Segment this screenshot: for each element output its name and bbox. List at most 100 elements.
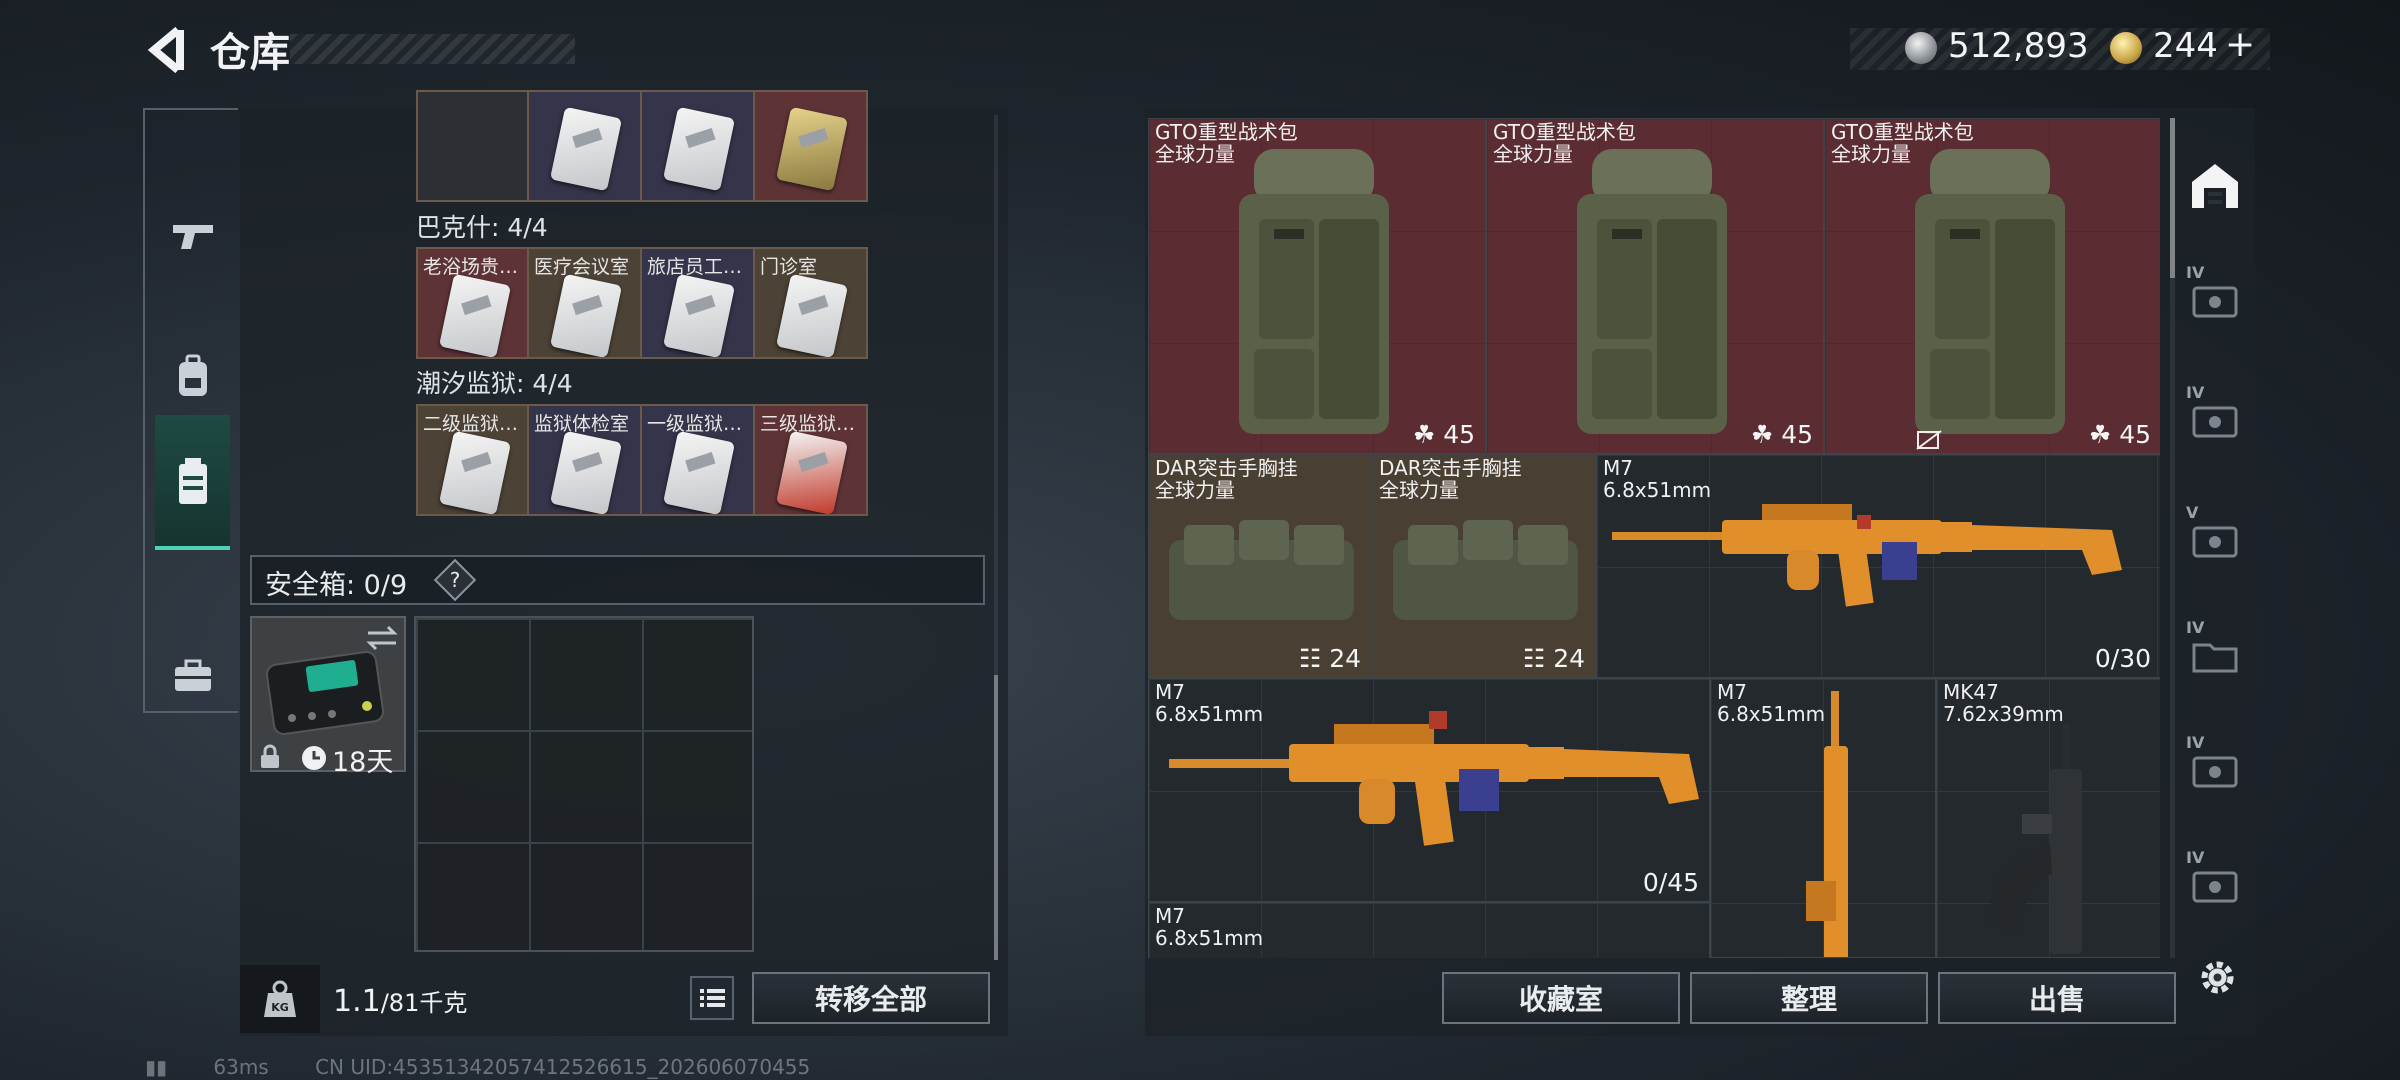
back-button[interactable] bbox=[140, 22, 200, 78]
keycard-image bbox=[775, 106, 849, 192]
transfer-all-button[interactable]: 转移全部 bbox=[752, 972, 990, 1024]
tab-tier-label: V bbox=[2186, 503, 2199, 522]
keycard-slot[interactable] bbox=[642, 90, 755, 202]
nav-items[interactable] bbox=[155, 608, 230, 743]
keycard-slot[interactable]: 一级监狱… bbox=[642, 404, 755, 516]
safebox-grid[interactable] bbox=[414, 616, 754, 952]
inventory-item-vest[interactable]: DAR突击手胸挂 全球力量 ☷ 24 bbox=[1372, 454, 1596, 678]
item-ammo: 0/45 bbox=[1642, 868, 1699, 897]
toolbox-icon bbox=[174, 659, 211, 691]
clock-icon bbox=[302, 746, 326, 770]
inventory-item-rifle[interactable]: MK47 7.62x39mm bbox=[1936, 678, 2160, 958]
nav-weapons[interactable] bbox=[155, 168, 230, 303]
warehouse-icon bbox=[2192, 164, 2238, 208]
left-scrollbar-thumb[interactable] bbox=[994, 675, 998, 960]
inventory-grid: GTO重型战术包 全球力量 ☘ 45 GTO重型战术包 全球力量 ☘ 45 GTO重… bbox=[1148, 118, 2160, 958]
collection-room-button[interactable]: 收藏室 bbox=[1442, 972, 1680, 1024]
uid-readout: CN UID:4535134205741252661​5_20260607045… bbox=[315, 1055, 811, 1079]
item-count: ☘ 45 bbox=[1750, 420, 1813, 449]
inventory-item-rifle[interactable]: M7 6.8x51mm 0/30 bbox=[1596, 454, 2160, 678]
keycard-image bbox=[662, 273, 736, 357]
keycard-slot[interactable]: 老浴场贵… bbox=[416, 247, 529, 359]
rifle-image bbox=[1612, 504, 2122, 607]
keycard-slot[interactable] bbox=[416, 90, 529, 202]
item-count: ☷ 24 bbox=[1522, 644, 1585, 673]
no-insure-icon bbox=[1916, 430, 1942, 450]
keycard-slot[interactable]: 二级监狱… bbox=[416, 404, 529, 516]
inventory-item-rifle[interactable]: M7 6.8x51mm bbox=[1710, 678, 1936, 958]
keycard-slot[interactable]: 医疗会议室 bbox=[529, 247, 642, 359]
storage-box-icon bbox=[2192, 406, 2238, 438]
keycard-slot[interactable]: 监狱体检室 bbox=[529, 404, 642, 516]
organize-button[interactable]: 整理 bbox=[1690, 972, 1928, 1024]
top-bar: 仓库 512,893 244 + bbox=[0, 0, 2400, 100]
tab-tier-label: IV bbox=[2186, 848, 2205, 867]
rifle-image bbox=[1806, 691, 1848, 957]
inventory-item-backpack[interactable]: GTO重型战术包 全球力量 ☘ 45 bbox=[1486, 118, 1824, 454]
tab-storage-4d[interactable]: IV bbox=[2180, 715, 2250, 825]
inventory-item-backpack[interactable]: GTO重型战术包 全球力量 ☘ 45 bbox=[1148, 118, 1486, 454]
storage-box-icon bbox=[2192, 526, 2238, 558]
tab-tier-label: IV bbox=[2186, 383, 2205, 402]
container-icon bbox=[178, 457, 207, 504]
tab-storage-4a[interactable]: IV bbox=[2180, 245, 2250, 355]
keycard-image bbox=[549, 273, 623, 357]
storage-box-icon bbox=[2192, 286, 2238, 318]
keycard-row-top bbox=[416, 90, 868, 202]
keycard-slot[interactable] bbox=[529, 90, 642, 202]
tab-storage-4c[interactable]: IV bbox=[2180, 600, 2250, 710]
keycard-slot[interactable] bbox=[755, 90, 868, 202]
right-scrollbar-thumb[interactable] bbox=[2170, 118, 2175, 278]
item-count: ☘ 45 bbox=[1412, 420, 1475, 449]
silver-amount: 512,893 bbox=[1948, 26, 2089, 66]
tab-storage-4e[interactable]: IV bbox=[2180, 830, 2250, 940]
category-nav bbox=[143, 108, 238, 713]
inventory-item-vest[interactable]: DAR突击手胸挂 全球力量 ☷ 24 bbox=[1148, 454, 1372, 678]
keycard-slot[interactable]: 三级监狱… bbox=[755, 404, 868, 516]
item-name: MK47 7.62x39mm bbox=[1943, 680, 2064, 726]
list-view-button[interactable] bbox=[690, 976, 734, 1020]
keycard-label: 三级监狱… bbox=[760, 413, 856, 435]
silver-coin-icon bbox=[1905, 32, 1937, 64]
tab-warehouse-main[interactable] bbox=[2180, 130, 2250, 240]
status-bar: ▮▮ 63ms CN UID:4535134205741252661​5_202… bbox=[145, 1055, 850, 1079]
keycard-image bbox=[438, 430, 512, 514]
tab-storage-4b[interactable]: IV bbox=[2180, 365, 2250, 475]
keycard-label: 二级监狱… bbox=[423, 413, 519, 435]
add-gold-button[interactable]: + bbox=[2225, 24, 2255, 65]
safebox-duration: 18天 bbox=[332, 747, 394, 778]
backpack-image bbox=[1577, 149, 1727, 434]
keycard-label: 门诊室 bbox=[760, 256, 818, 278]
inventory-item-rifle[interactable]: M7 6.8x51mm bbox=[1148, 902, 1710, 958]
tab-tier-label: IV bbox=[2186, 618, 2205, 637]
settings-button[interactable] bbox=[2195, 955, 2240, 1000]
keycard-label: 旅店员工… bbox=[647, 256, 743, 278]
item-name: DAR突击手胸挂 全球力量 bbox=[1379, 456, 1522, 502]
backpack-icon bbox=[178, 354, 207, 396]
keycard-slot[interactable]: 旅店员工… bbox=[642, 247, 755, 359]
lock-icon bbox=[261, 744, 279, 768]
storage-tabs: IV IV V IV IV IV bbox=[2180, 130, 2250, 950]
keycard-image bbox=[549, 430, 623, 514]
tab-storage-5[interactable]: V bbox=[2180, 485, 2250, 595]
item-count: ☷ 24 bbox=[1298, 644, 1361, 673]
rifle-image bbox=[1990, 724, 2082, 954]
inventory-item-rifle[interactable]: M7 6.8x51mm 0/45 bbox=[1148, 678, 1710, 902]
keycard-label: 一级监狱… bbox=[647, 413, 743, 435]
storage-box-icon bbox=[2192, 756, 2238, 788]
weight-max: /81千克 bbox=[380, 989, 468, 1017]
tab-tier-label: IV bbox=[2186, 263, 2205, 282]
safebox-item[interactable]: 18天 bbox=[250, 616, 406, 778]
item-ammo: 0/30 bbox=[2094, 644, 2151, 673]
keycard-label: 医疗会议室 bbox=[534, 256, 630, 278]
backpack-image bbox=[1239, 149, 1389, 434]
sell-button[interactable]: 出售 bbox=[1938, 972, 2176, 1024]
backpack-image bbox=[1915, 149, 2065, 434]
keycard-label: 老浴场贵… bbox=[423, 256, 519, 278]
list-icon bbox=[700, 989, 725, 1007]
map-section-label: 巴克什: 4/4 bbox=[416, 213, 548, 242]
nav-containers[interactable] bbox=[155, 415, 230, 550]
inventory-item-backpack[interactable]: GTO重型战术包 全球力量 ☘ 45 bbox=[1824, 118, 2160, 454]
keycard-row: 二级监狱… 监狱体检室 一级监狱… 三级监狱… bbox=[416, 404, 868, 516]
keycard-slot[interactable]: 门诊室 bbox=[755, 247, 868, 359]
